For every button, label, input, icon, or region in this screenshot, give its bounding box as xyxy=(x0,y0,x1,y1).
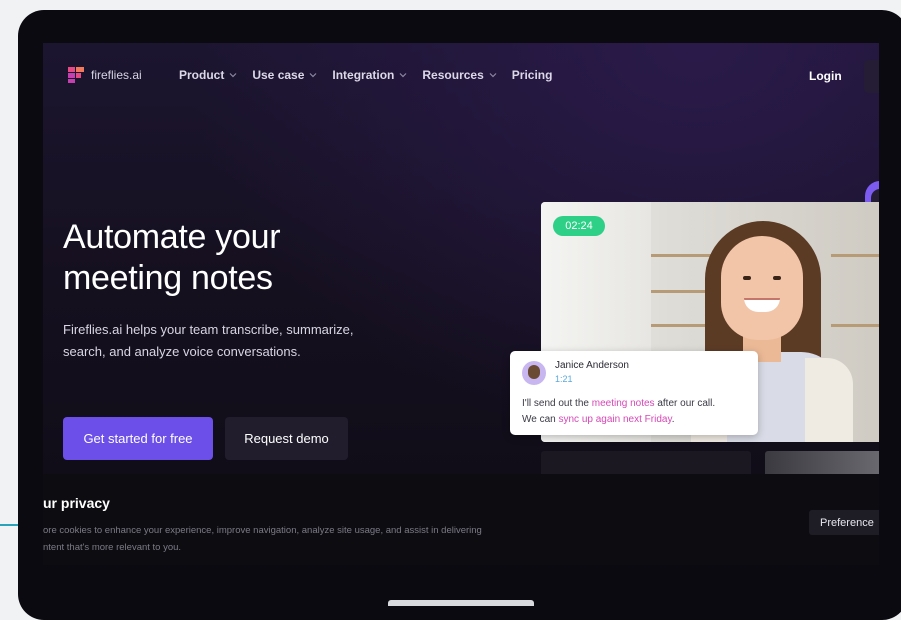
background-shelf xyxy=(651,254,711,257)
avatar xyxy=(522,361,546,385)
preferences-button[interactable]: Preference xyxy=(809,510,879,535)
nav-menu: Product Use case Integration Resources P… xyxy=(179,68,552,82)
chevron-down-icon xyxy=(229,73,237,78)
person-face xyxy=(721,236,803,340)
transcript-text: We can xyxy=(522,414,559,425)
nav-item-label: Product xyxy=(179,68,225,82)
nav-item-integration[interactable]: Integration xyxy=(332,68,407,82)
transcript-text: I'll send out the xyxy=(522,398,592,409)
request-demo-button[interactable]: Request demo xyxy=(225,417,348,460)
cookie-banner-line: ntent that's more relevant to you. xyxy=(43,542,182,553)
call-timer-badge: 02:24 xyxy=(553,216,605,236)
transcript-line: We can sync up again next Friday. xyxy=(522,412,754,428)
hero-title-line: Automate your xyxy=(63,218,281,256)
person-eye xyxy=(773,276,781,280)
speaker-timestamp: 1:21 xyxy=(555,374,573,384)
nav-item-label: Resources xyxy=(422,68,484,82)
login-link[interactable]: Login xyxy=(809,69,842,83)
browser-screen: fireflies.ai Product Use case Integratio… xyxy=(43,43,879,565)
cookie-banner-text: ore cookies to enhance your experience, … xyxy=(43,522,563,556)
transcript-bubble: Janice Anderson 1:21 I'll send out the m… xyxy=(510,351,758,435)
cookie-banner-title: ur privacy xyxy=(43,495,110,511)
nav-item-use-case[interactable]: Use case xyxy=(252,68,317,82)
chevron-down-icon xyxy=(489,73,497,78)
nav-item-product[interactable]: Product xyxy=(179,68,237,82)
background-shelf xyxy=(651,324,711,327)
transcript-message: I'll send out the meeting notes after ou… xyxy=(522,396,754,428)
transcript-text: after our call. xyxy=(654,398,716,409)
brand-logo[interactable]: fireflies.ai xyxy=(68,67,142,83)
nav-item-label: Integration xyxy=(332,68,395,82)
hero-subtitle: Fireflies.ai helps your team transcribe,… xyxy=(63,319,403,363)
nav-item-resources[interactable]: Resources xyxy=(422,68,497,82)
transcript-highlight: sync up again next Friday xyxy=(558,414,672,425)
get-started-button[interactable]: Get started for free xyxy=(63,417,213,460)
signup-button[interactable] xyxy=(864,60,879,93)
person-cardigan xyxy=(805,358,853,442)
cookie-banner: ur privacy ore cookies to enhance your e… xyxy=(43,474,879,565)
hero-subtitle-line: Fireflies.ai helps your team transcribe,… xyxy=(63,322,354,337)
nav-item-label: Pricing xyxy=(511,68,553,82)
background-shelf xyxy=(831,324,879,327)
nav-item-pricing[interactable]: Pricing xyxy=(512,68,553,82)
cookie-banner-line: ore cookies to enhance your experience, … xyxy=(43,525,482,536)
hero-subtitle-line: search, and analyze voice conversations. xyxy=(63,344,301,359)
speaker-name: Janice Anderson xyxy=(555,360,629,371)
hero-title-line: meeting notes xyxy=(63,259,273,297)
chevron-down-icon xyxy=(309,73,317,78)
brand-name: fireflies.ai xyxy=(91,68,142,82)
transcript-text: . xyxy=(671,414,675,425)
chevron-down-icon xyxy=(399,73,407,78)
hero-title: Automate your meeting notes xyxy=(63,217,443,299)
person-eye xyxy=(743,276,751,280)
fireflies-logo-icon xyxy=(68,67,84,83)
top-nav: fireflies.ai Product Use case Integratio… xyxy=(43,43,879,109)
transcript-highlight: meeting notes xyxy=(591,398,655,409)
background-shelf xyxy=(831,254,879,257)
transcript-line: I'll send out the meeting notes after ou… xyxy=(522,396,754,412)
nav-item-label: Use case xyxy=(252,68,305,82)
background-shelf xyxy=(651,290,711,293)
device-notch xyxy=(388,600,534,606)
